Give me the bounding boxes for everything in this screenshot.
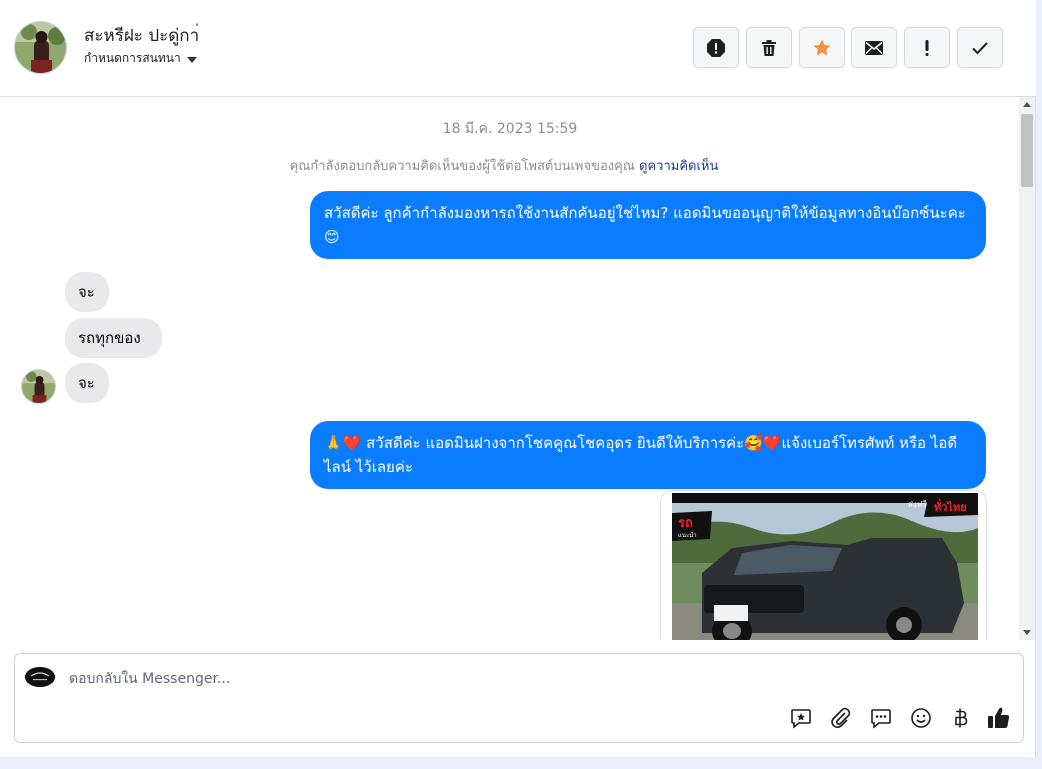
mark-unread-button[interactable]	[851, 27, 897, 68]
badge-text-red: ทั่วไทย	[934, 499, 967, 514]
logo-subtext: แนะนำ	[678, 532, 697, 539]
conversation-panel: สะหรีฝะ ปะดู่กา่ กำหนดการสนทนา 18 มี.ค. …	[0, 0, 1036, 757]
conversation-header: สะหรีฝะ ปะดู่กา่ กำหนดการสนทนา	[0, 0, 1036, 97]
truck-photo: รถ แนะนำ ส่งฟรี ทั่วไทย	[672, 493, 978, 640]
emoji-icon[interactable]	[908, 705, 934, 731]
badge-text: ส่งฟรี	[908, 500, 927, 509]
message-bubble-incoming[interactable]: รถทุกของ	[65, 318, 162, 358]
star-icon	[813, 39, 831, 56]
attachment-icon[interactable]	[828, 705, 854, 731]
message-bubble-incoming[interactable]: จะ	[65, 363, 109, 403]
exclamation-icon	[925, 39, 929, 56]
delete-button[interactable]	[746, 27, 792, 68]
page-logo-icon	[25, 667, 55, 687]
contact-avatar[interactable]	[14, 21, 67, 74]
trash-icon	[762, 39, 776, 56]
baht-icon[interactable]	[948, 705, 974, 731]
image-attachment[interactable]: รถ แนะนำ ส่งฟรี ทั่วไทย	[660, 490, 987, 640]
contact-name[interactable]: สะหรีฝะ ปะดู่กา่	[84, 22, 199, 49]
chat-bubble-icon[interactable]	[868, 705, 894, 731]
reply-context-note: คุณกำลังตอบกลับความคิดเห็นของผู้ใช้ต่อโพ…	[0, 155, 1008, 176]
scroll-up-arrow-icon[interactable]	[1019, 97, 1035, 111]
message-composer	[14, 653, 1024, 743]
reply-note-text: คุณกำลังตอบกลับความคิดเห็นของผู้ใช้ต่อโพ…	[289, 159, 635, 174]
conversation-settings-label: กำหนดการสนทนา	[84, 51, 181, 65]
message-bubble-outgoing[interactable]: 🙏❤️ สวัสดีค่ะ แอดมินฝางจากโชคคูณโชคอุดร …	[310, 421, 986, 489]
message-bubble-incoming[interactable]: จะ	[65, 272, 109, 312]
star-button[interactable]	[799, 27, 845, 68]
report-spam-button[interactable]	[693, 27, 739, 68]
date-separator: 18 มี.ค. 2023 15:59	[442, 121, 578, 137]
mark-done-button[interactable]	[957, 27, 1003, 68]
follow-up-button[interactable]	[904, 27, 950, 68]
thumbs-up-icon[interactable]	[986, 705, 1012, 731]
reply-input[interactable]	[69, 668, 769, 690]
envelope-icon	[865, 40, 883, 55]
message-thread: 18 มี.ค. 2023 15:59 คุณกำลังตอบกลับความค…	[0, 97, 1036, 640]
conversation-settings-dropdown[interactable]: กำหนดการสนทนา	[84, 49, 197, 68]
scroll-down-arrow-icon[interactable]	[1019, 626, 1035, 640]
thread-scrollbar[interactable]	[1019, 97, 1035, 640]
view-comment-link[interactable]: ดูความคิดเห็น	[639, 159, 718, 174]
contact-avatar-small	[21, 369, 56, 404]
message-bubble-outgoing[interactable]: สวัสดีค่ะ ลูกค้ากำลังมองหารถใช้งานสักคัน…	[310, 191, 986, 259]
saved-reply-icon[interactable]	[788, 705, 814, 731]
caret-down-icon	[186, 56, 197, 63]
scrollbar-thumb[interactable]	[1021, 114, 1033, 187]
logo-text: รถ	[678, 516, 693, 531]
check-icon	[972, 41, 988, 54]
alert-circle-icon	[707, 38, 725, 57]
